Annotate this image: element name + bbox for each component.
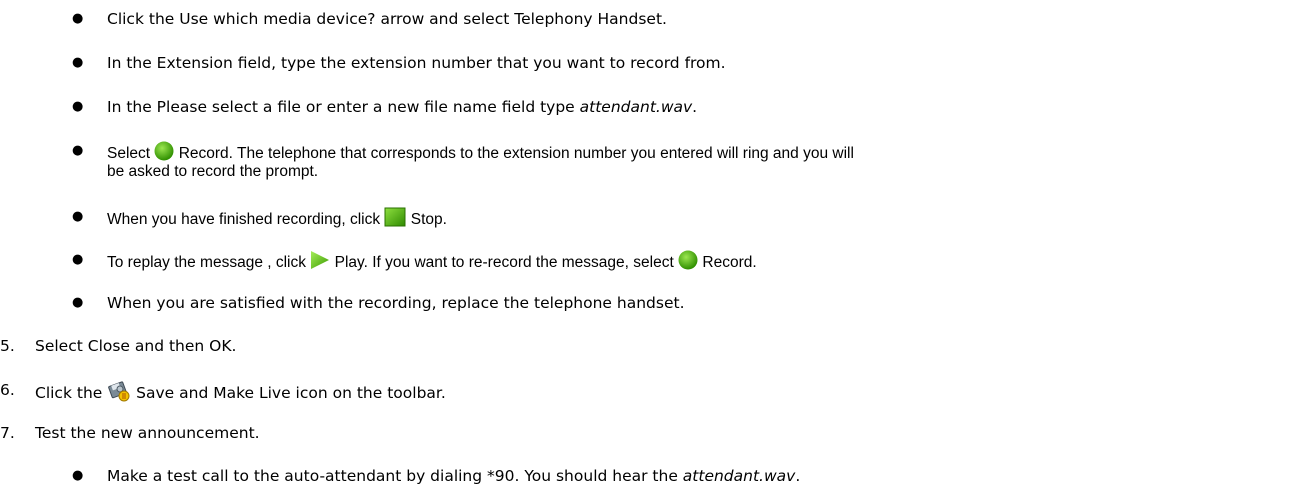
instruction-text: In the Extension field, type the extensi… bbox=[107, 54, 726, 72]
bullet-dot: ● bbox=[72, 55, 84, 70]
play-icon bbox=[310, 250, 330, 276]
instruction-text: . bbox=[692, 98, 698, 116]
instruction-test-call: Make a test call to the auto-attendant b… bbox=[107, 466, 800, 486]
instruction-select-record-cont: be asked to record the prompt. bbox=[107, 162, 318, 182]
instruction-replay-message: To replay the message , click Play. If y… bbox=[107, 250, 757, 276]
instruction-text: Make a test call to the auto-attendant b… bbox=[107, 467, 683, 485]
instruction-text: Stop. bbox=[406, 211, 447, 229]
instruction-select-media-device: Click the Use which media device? arrow … bbox=[107, 9, 667, 29]
step-save-make-live: Click the Save and Make Live icon on the… bbox=[35, 380, 446, 407]
instruction-text: . bbox=[795, 467, 801, 485]
instruction-text: When you are satisfied with the recordin… bbox=[107, 294, 685, 312]
instruction-text: When you have finished recording, click bbox=[107, 211, 385, 229]
save-and-make-live-icon bbox=[107, 380, 131, 407]
step-text: Click the bbox=[35, 384, 108, 402]
step-number: 5. bbox=[0, 337, 15, 355]
step-close-ok: Select Close and then OK. bbox=[35, 336, 236, 356]
document-body: ● Click the Use which media device? arro… bbox=[0, 0, 1308, 503]
step-number: 6. bbox=[0, 381, 15, 399]
instruction-replace-handset: When you are satisfied with the recordin… bbox=[107, 293, 685, 313]
instruction-text: Select bbox=[107, 145, 155, 163]
step-text: Test the new announcement. bbox=[35, 424, 260, 442]
file-name-emphasis: attendant.wav bbox=[682, 467, 796, 485]
step-text: Select Close and then OK. bbox=[35, 337, 237, 355]
bullet-dot: ● bbox=[72, 11, 84, 26]
bullet-dot: ● bbox=[72, 468, 84, 483]
bullet-dot: ● bbox=[72, 295, 84, 310]
step-number: 7. bbox=[0, 424, 15, 442]
bullet-dot: ● bbox=[72, 143, 84, 158]
instruction-click-stop: When you have finished recording, click … bbox=[107, 207, 447, 233]
instruction-text: Play. If you want to re-record the messa… bbox=[330, 254, 679, 272]
instruction-file-name-field: In the Please select a file or enter a n… bbox=[107, 97, 697, 117]
bullet-dot: ● bbox=[72, 252, 84, 267]
bullet-dot: ● bbox=[72, 99, 84, 114]
instruction-text: Record. The telephone that corresponds t… bbox=[174, 145, 854, 163]
instruction-text: In the Please select a file or enter a n… bbox=[107, 98, 580, 116]
instruction-text: be asked to record the prompt. bbox=[107, 163, 319, 180]
step-text: Save and Make Live icon on the toolbar. bbox=[131, 384, 446, 402]
bullet-dot: ● bbox=[72, 209, 84, 224]
instruction-text: To replay the message , click bbox=[107, 254, 311, 272]
step-test-announcement: Test the new announcement. bbox=[35, 423, 260, 443]
stop-icon bbox=[384, 207, 406, 233]
instruction-text: Record. bbox=[698, 254, 757, 272]
instruction-text: Click the Use which media device? arrow … bbox=[107, 10, 667, 28]
file-name-emphasis: attendant.wav bbox=[579, 98, 693, 116]
instruction-extension-field: In the Extension field, type the extensi… bbox=[107, 53, 726, 73]
record-icon bbox=[678, 250, 698, 276]
